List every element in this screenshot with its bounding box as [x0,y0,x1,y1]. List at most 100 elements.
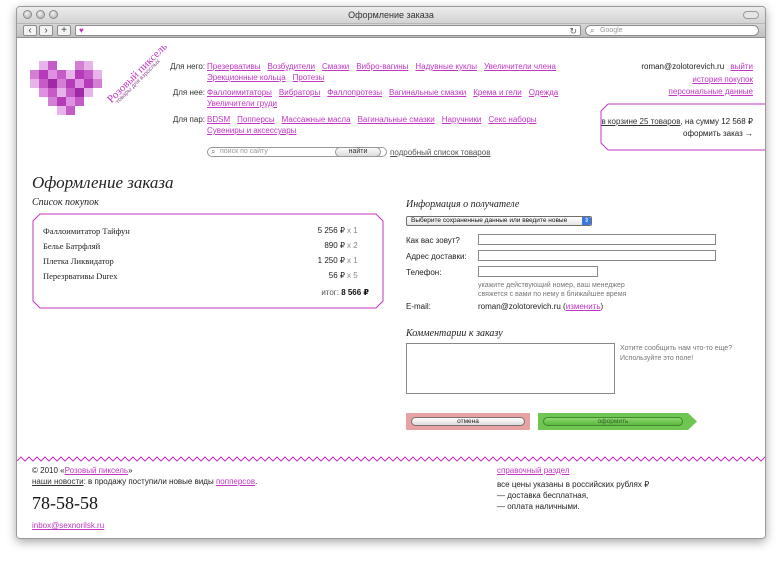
full-product-list-link[interactable]: подробный список товаров [390,148,490,157]
name-label: Как вас зовут? [406,236,460,245]
checkout-link[interactable]: оформить заказ → [683,129,753,138]
nav-line: BDSM Попперсы Массажные масла Вагинальные с… [207,114,567,125]
cancel-button[interactable]: отмена [411,417,525,426]
submit-button-frame: оформить [538,413,698,430]
order-item-name: Белье Батрфляй [43,241,101,251]
heart-favicon-icon: ♥ [79,26,84,35]
nav-link[interactable]: Вибро-вагины [356,62,408,71]
saved-data-select[interactable]: Выберите сохраненные данные или введите … [406,216,592,226]
address-bar[interactable]: ♥ ↻ [75,25,581,36]
order-item-price: 1 250 ₽ [317,256,345,265]
help-section-link[interactable]: справочный раздел [497,465,649,476]
nav-link[interactable]: BDSM [207,115,230,124]
reload-icon[interactable]: ↻ [569,26,577,36]
comment-hint-line: Хотите сообщить нам что-то еще? [620,345,733,352]
site-logo[interactable]: Розовый пиксель товары для взрослых [29,41,170,127]
nav-line: Сувениры и аксессуары [207,125,567,136]
user-line: roman@zolotorevich.ru выйти [641,61,753,72]
history-line: история покупок [641,74,753,85]
order-item-price: 56 ₽ [328,271,345,280]
nav-link[interactable]: Возбудители [268,62,315,71]
phone-input[interactable] [478,266,598,277]
cart-link[interactable]: в корзине 25 товаров [601,117,680,126]
toolbar-toggle-button[interactable] [743,11,759,19]
footer-divider [17,455,765,463]
personal-line: персональные данные [641,86,753,97]
submit-order-button[interactable]: оформить [543,417,683,426]
nav-link[interactable]: Увеличители груди [207,99,277,108]
nav-line: Эрекционные кольца Протезы [207,72,567,83]
nav-line: Презервативы Возбудители Смазки Вибро-вагин… [207,61,567,72]
page-title: Оформление заказа [32,173,174,192]
back-button[interactable]: ‹ [23,25,37,36]
change-email-link[interactable]: изменить [566,302,601,311]
copyright-prefix: © 2010 « [32,466,65,475]
order-history-link[interactable]: история покупок [692,75,753,84]
pixel-heart-icon [30,61,102,115]
news-item-link[interactable]: попперсов [216,477,255,486]
nav-line: Увеличители груди [207,98,567,109]
email-value: roman@zolotorevich.ru [478,302,561,311]
nav-link[interactable]: Протезы [293,73,325,82]
comment-heading: Комментарии к заказу [406,328,503,339]
nav-link[interactable]: Эрекционные кольца [207,73,286,82]
contact-email-link[interactable]: inbox@sexnorilsk.ru [32,521,104,530]
phone-label: Телефон: [406,268,442,277]
nav-link[interactable]: Массажные масла [282,115,351,124]
address-input[interactable] [478,250,716,261]
name-input[interactable] [478,234,716,245]
nav-link[interactable]: Вагинальные смазки [358,115,435,124]
nav-label: Для него: [170,62,205,71]
order-item-qty: x 5 [347,271,358,280]
order-item-qty: x 1 [347,226,358,235]
nav-link[interactable]: Фаллопротезы [327,88,382,97]
order-item: Белье Батрфляй 890 ₽ x 2 [43,241,365,253]
nav-link[interactable]: Секс наборы [488,115,536,124]
comment-textarea[interactable] [406,343,615,394]
title-bar: Оформление заказа [17,7,765,24]
cart-total-text: , на сумму 12 568 ₽ [680,117,753,126]
add-tab-button[interactable]: + [57,25,71,36]
nav-link[interactable]: Попперсы [237,115,275,124]
nav-links: BDSM Попперсы Массажные масла Вагинальные с… [207,114,567,136]
back-arrow-icon: ‹ [28,25,32,36]
nav-link[interactable]: Вибраторы [279,88,320,97]
comment-hint-line: Используйте это поле! [620,355,694,362]
zigzag-divider [17,456,765,462]
contact-phone: 78-58-58 [32,493,98,513]
nav-link[interactable]: Вагинальные смазки [389,88,466,97]
cart-frame [600,103,765,151]
nav-link[interactable]: Одежда [529,88,559,97]
nav-link[interactable]: Фаллоимитаторы [207,88,272,97]
footer-right: справочный раздел все цены указаны в рос… [497,465,649,512]
logout-link[interactable]: выйти [730,62,753,71]
order-item: Перезрвативы Durex 56 ₽ x 5 [43,271,365,283]
order-item-qty: x 1 [347,256,358,265]
order-item: Плетка Ликвидатор 1 250 ₽ x 1 [43,256,365,268]
news-link[interactable]: наши новости [32,477,84,486]
nav-link[interactable]: Презервативы [207,62,261,71]
page-content: Розовый пиксель товары для взрослых Для … [17,39,765,538]
cart-summary-line: в корзине 25 товаров, на сумму 12 568 ₽ [601,117,753,126]
nav-link[interactable]: Смазки [322,62,349,71]
payment-note: — оплата наличными. [497,502,580,511]
order-item-name: Фаллоимитатор Тайфун [43,226,130,236]
forward-button[interactable]: › [39,25,53,36]
comment-hint: Хотите сообщить нам что-то еще? Использу… [620,344,750,364]
news-line: наши новости: в продажу поступили новые … [32,476,257,487]
nav-link[interactable]: Сувениры и аксессуары [207,126,296,135]
nav-link[interactable]: Наручники [442,115,482,124]
search-button[interactable]: найти [335,147,381,157]
nav-label: Для пар: [172,115,205,124]
copyright-site-link[interactable]: Розовый пиксель [65,466,128,475]
cancel-button-frame: отмена [406,413,530,430]
nav-link[interactable]: Увеличители члена [484,62,556,71]
order-item: Фаллоимитатор Тайфун 5 256 ₽ x 1 [43,226,365,238]
logo-name: Розовый пиксель [105,40,170,106]
recipient-heading: Информация о получателе [406,199,520,210]
nav-line: Фаллоимитаторы Вибраторы Фаллопротезы Вагин… [207,87,567,98]
personal-data-link[interactable]: персональные данные [669,87,753,96]
nav-link[interactable]: Крема и гели [473,88,521,97]
nav-link[interactable]: Надувные куклы [415,62,477,71]
browser-search-field[interactable]: ⌕ Google [585,25,759,36]
